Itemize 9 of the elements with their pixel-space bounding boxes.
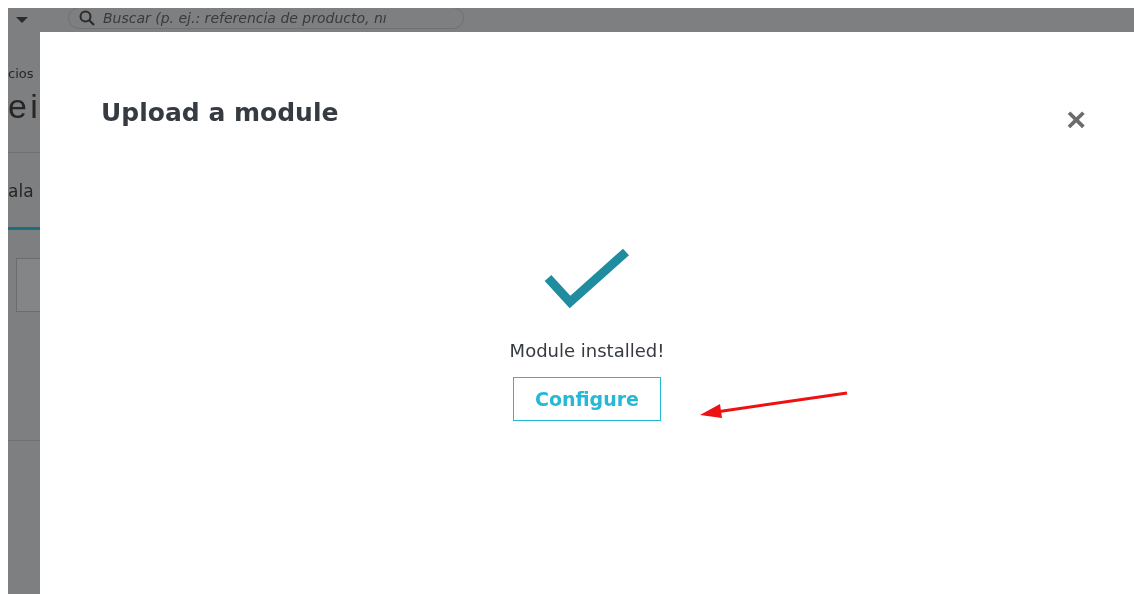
close-button[interactable]: ×	[1066, 102, 1086, 136]
search-icon	[79, 10, 95, 26]
modal-title: Upload a module	[101, 98, 339, 127]
caret-icon[interactable]	[16, 17, 28, 23]
success-message: Module installed!	[509, 340, 665, 361]
breadcrumb[interactable]: cios	[8, 66, 34, 81]
page-title: e i	[8, 87, 38, 126]
configure-button[interactable]: Configure	[513, 377, 661, 421]
search-placeholder: Buscar (p. ej.: referencia de producto, nı	[103, 10, 387, 26]
